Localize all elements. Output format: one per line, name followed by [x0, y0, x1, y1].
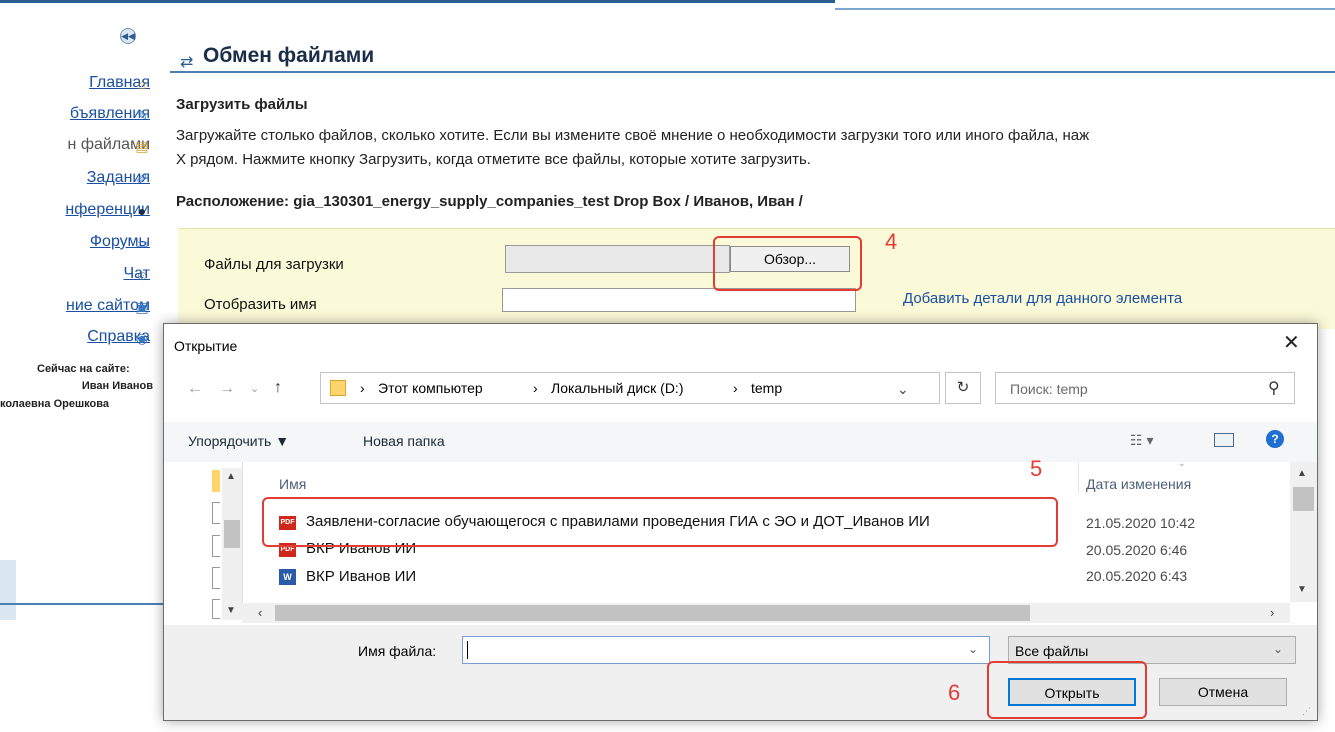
- chevron-down-icon[interactable]: ⌄: [968, 642, 978, 656]
- file-row-date: 21.05.2020 10:42: [1086, 515, 1195, 531]
- folder-icon: [212, 470, 220, 492]
- column-header-date[interactable]: Дата изменения: [1086, 476, 1191, 492]
- scroll-thumb[interactable]: [1293, 487, 1314, 511]
- breadcrumb-item[interactable]: Локальный диск (D:): [551, 380, 684, 396]
- file-exchange-header-icon: ⇄: [180, 54, 194, 71]
- file-row-date: 20.05.2020 6:46: [1086, 542, 1188, 558]
- scroll-left-icon[interactable]: ‹: [258, 605, 262, 620]
- scroll-up-icon[interactable]: ▲: [226, 471, 236, 482]
- section-title: Загрузить файлы: [176, 96, 308, 113]
- chevron-down-icon[interactable]: ⌄: [897, 381, 909, 398]
- files-label: Файлы для загрузки: [204, 256, 344, 273]
- announcements-icon: ✎: [136, 107, 148, 123]
- divider: [0, 603, 170, 605]
- tree-item[interactable]: [212, 502, 220, 524]
- chat-icon: ☺: [134, 267, 150, 283]
- help-icon[interactable]: ?: [1266, 430, 1284, 448]
- tree-item[interactable]: [212, 535, 220, 557]
- file-row-date: 20.05.2020 6:43: [1086, 568, 1188, 584]
- left-strip: [0, 560, 16, 620]
- view-options-icon[interactable]: ☷ ▾: [1130, 432, 1153, 449]
- close-icon[interactable]: ✕: [1283, 330, 1300, 355]
- file-list-scrollbar[interactable]: [1290, 462, 1317, 602]
- location-path: Расположение: gia_130301_energy_supply_c…: [176, 193, 803, 210]
- word-file-icon: W: [279, 569, 296, 585]
- search-icon[interactable]: ⚲: [1268, 378, 1280, 398]
- step-number: 6: [948, 680, 961, 705]
- scroll-down-icon[interactable]: ▼: [226, 605, 236, 616]
- tree-item[interactable]: [212, 599, 220, 619]
- chevron-down-icon[interactable]: ⌄: [1273, 642, 1283, 656]
- page-title: Обмен файлами: [203, 44, 375, 67]
- site-admin-icon: ▣: [135, 299, 149, 315]
- display-name-label: Отобразить имя: [204, 296, 317, 313]
- search-placeholder: Поиск: temp: [1010, 381, 1088, 397]
- breadcrumb-item[interactable]: Этот компьютер: [378, 380, 483, 396]
- cancel-button[interactable]: Отмена: [1159, 678, 1287, 706]
- breadcrumb-separator: ›: [533, 380, 538, 396]
- back-arrow-icon[interactable]: ←: [187, 380, 203, 398]
- header-divider: [170, 71, 1335, 73]
- sort-indicator-icon: ⌄: [1178, 458, 1186, 468]
- online-title: Сейчас на сайте:: [37, 363, 130, 375]
- online-user[interactable]: Иван Иванов: [82, 380, 153, 392]
- display-name-input[interactable]: [502, 288, 856, 312]
- breadcrumb-item[interactable]: temp: [751, 380, 782, 396]
- collapse-sidebar-icon[interactable]: ◀◀: [120, 28, 136, 44]
- conference-icon: ●: [137, 203, 147, 219]
- upload-description: Загружайте столько файлов, сколько хотит…: [176, 124, 1335, 172]
- top-border: [0, 0, 835, 3]
- history-chevron-icon[interactable]: ⌄: [250, 382, 259, 395]
- add-details-link[interactable]: Добавить детали для данного элемента: [903, 290, 1182, 307]
- step-number: 5: [1030, 456, 1043, 481]
- column-header-name[interactable]: Имя: [279, 476, 306, 492]
- forums-icon: ▭: [135, 235, 149, 251]
- resize-grip-icon[interactable]: ⋰: [1302, 706, 1311, 717]
- assignments-icon: ✐: [136, 171, 148, 187]
- breadcrumb-separator: ›: [360, 380, 365, 396]
- breadcrumb-separator: ›: [733, 380, 738, 396]
- scroll-up-icon[interactable]: ▲: [1297, 468, 1307, 479]
- text-caret: [467, 641, 468, 659]
- dialog-title: Открытие: [174, 338, 238, 354]
- top-border-right: [835, 8, 1335, 10]
- file-type-value: Все файлы: [1015, 643, 1089, 659]
- highlight-browse: [713, 236, 862, 291]
- filename-input[interactable]: [462, 636, 990, 664]
- online-user[interactable]: колаевна Орешкова: [0, 398, 109, 410]
- organize-menu[interactable]: Упорядочить ▼: [188, 433, 289, 449]
- file-row-name[interactable]: ВКР Иванов ИИ: [306, 568, 416, 585]
- description-line: Загружайте столько файлов, сколько хотит…: [176, 127, 1090, 144]
- file-exchange-icon: ▤: [135, 138, 149, 154]
- description-line: X рядом. Нажмите кнопку Загрузить, когда…: [176, 151, 811, 168]
- folder-icon: [330, 380, 346, 396]
- pane-divider: [242, 462, 243, 622]
- new-folder-button[interactable]: Новая папка: [363, 433, 445, 449]
- home-icon: ⌂: [137, 76, 147, 92]
- scroll-thumb[interactable]: [224, 520, 240, 548]
- file-path-input[interactable]: [505, 245, 730, 273]
- scroll-right-icon[interactable]: ›: [1270, 605, 1274, 620]
- up-arrow-icon[interactable]: ↑: [274, 379, 282, 397]
- column-separator[interactable]: [1078, 462, 1079, 494]
- help-icon: ◉: [135, 330, 149, 346]
- forward-arrow-icon[interactable]: →: [219, 380, 235, 398]
- tree-item[interactable]: [212, 567, 220, 589]
- filename-label: Имя файла:: [358, 643, 437, 659]
- refresh-icon[interactable]: ↻: [945, 372, 981, 404]
- step-number: 4: [885, 229, 898, 254]
- highlight-file: [262, 497, 1058, 547]
- preview-pane-icon[interactable]: [1214, 433, 1234, 447]
- scroll-down-icon[interactable]: ▼: [1297, 584, 1307, 595]
- scroll-thumb[interactable]: [275, 605, 1030, 621]
- highlight-open: [987, 661, 1147, 719]
